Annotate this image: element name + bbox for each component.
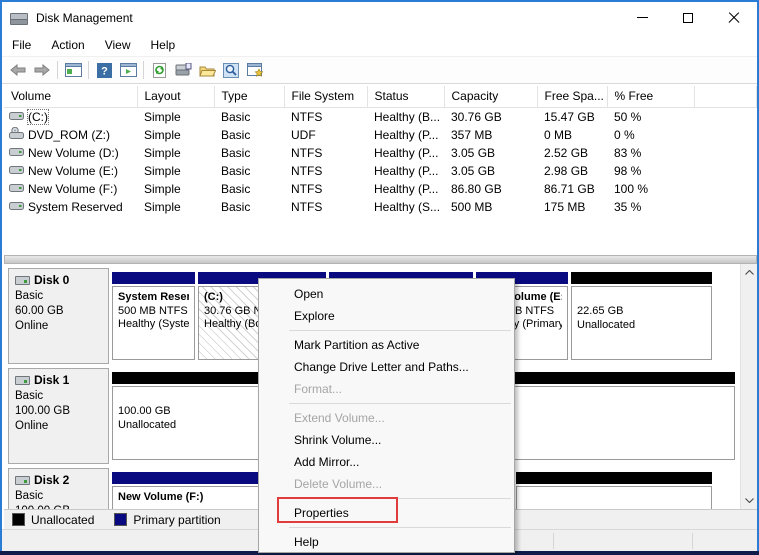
legend-label-primary: Primary partition [133, 513, 220, 527]
search-icon[interactable] [219, 59, 243, 81]
drive-icon [9, 200, 24, 214]
volume-list-pane: Volume Layout Type File System Status Ca… [4, 86, 757, 255]
toolbar: ? [2, 57, 757, 84]
col-layout[interactable]: Layout [137, 86, 214, 107]
refresh-icon[interactable] [147, 59, 171, 81]
table-row[interactable]: System Reserved SimpleBasic NTFSHealthy … [4, 198, 757, 216]
open-folder-icon[interactable] [195, 59, 219, 81]
legend-label-unallocated: Unallocated [31, 513, 94, 527]
menu-help[interactable]: Help [141, 34, 186, 56]
menu-item-format: Format... [259, 378, 514, 400]
menu-item-explore[interactable]: Explore [259, 305, 514, 327]
menu-bar: File Action View Help [2, 33, 757, 57]
disk-name: Disk 0 [34, 273, 69, 287]
show-console-tree-icon[interactable] [61, 59, 85, 81]
disk0-label-panel[interactable]: Disk 0 Basic 60.00 GB Online [8, 268, 109, 364]
menu-separator [259, 400, 514, 407]
disk-name: Disk 1 [34, 373, 69, 387]
menu-separator [259, 327, 514, 334]
svg-text:?: ? [101, 65, 108, 77]
drive-icon [9, 110, 24, 124]
scroll-down-icon[interactable] [741, 492, 757, 509]
menu-item-delete-volume: Delete Volume... [259, 473, 514, 495]
disk-name: Disk 2 [34, 473, 69, 487]
table-row[interactable]: DVD_ROM (Z:) SimpleBasic UDFHealthy (P..… [4, 126, 757, 144]
menu-item-help[interactable]: Help [259, 531, 514, 553]
drive-icon [9, 164, 24, 178]
menu-view[interactable]: View [95, 34, 141, 56]
minimize-button[interactable] [619, 2, 665, 33]
menu-item-mark-partition-active[interactable]: Mark Partition as Active [259, 334, 514, 356]
close-icon [728, 12, 740, 24]
menu-action[interactable]: Action [41, 34, 94, 56]
minimize-icon [637, 17, 648, 18]
app-icon [10, 11, 28, 25]
show-action-pane-icon[interactable] [116, 59, 140, 81]
maximize-icon [683, 13, 693, 23]
menu-item-shrink-volume[interactable]: Shrink Volume... [259, 429, 514, 451]
scroll-up-icon[interactable] [741, 264, 757, 281]
menu-item-extend-volume: Extend Volume... [259, 407, 514, 429]
disk1-label-panel[interactable]: Disk 1 Basic 100.00 GB Online [8, 368, 109, 464]
menu-file[interactable]: File [2, 34, 41, 56]
legend-swatch-unallocated [12, 513, 25, 526]
menu-separator [259, 524, 514, 531]
disk-icon [15, 376, 30, 385]
col-pct-free[interactable]: % Free [607, 86, 694, 107]
col-file-system[interactable]: File System [284, 86, 367, 107]
forward-icon[interactable] [30, 59, 54, 81]
help-icon[interactable]: ? [92, 59, 116, 81]
col-type[interactable]: Type [214, 86, 284, 107]
col-volume[interactable]: Volume [4, 86, 137, 107]
col-status[interactable]: Status [367, 86, 444, 107]
close-button[interactable] [711, 2, 757, 33]
maximize-button[interactable] [665, 2, 711, 33]
optical-drive-icon [9, 127, 24, 142]
menu-item-add-mirror[interactable]: Add Mirror... [259, 451, 514, 473]
vertical-scrollbar[interactable] [740, 264, 757, 509]
menu-item-open[interactable]: Open [259, 283, 514, 305]
table-header-row: Volume Layout Type File System Status Ca… [4, 86, 757, 107]
col-free-space[interactable]: Free Spa... [537, 86, 607, 107]
partition-block-system-reserved[interactable]: System Reserved 500 MB NTFS Healthy (Sys… [112, 272, 195, 364]
unallocated-block-disk0[interactable]: 22.65 GB Unallocated [571, 272, 712, 364]
title-bar: Disk Management [2, 2, 757, 33]
table-row[interactable]: New Volume (F:) SimpleBasic NTFSHealthy … [4, 180, 757, 198]
window-title: Disk Management [36, 11, 133, 25]
table-row[interactable]: New Volume (D:) SimpleBasic NTFSHealthy … [4, 144, 757, 162]
snap-in-settings-icon[interactable] [243, 59, 267, 81]
menu-item-change-drive-letter[interactable]: Change Drive Letter and Paths... [259, 356, 514, 378]
disk-properties-icon[interactable] [171, 59, 195, 81]
disk-icon [15, 276, 30, 285]
back-icon[interactable] [6, 59, 30, 81]
drive-icon [9, 146, 24, 160]
col-capacity[interactable]: Capacity [444, 86, 537, 107]
disk-icon [15, 476, 30, 485]
volume-table: Volume Layout Type File System Status Ca… [4, 86, 757, 216]
legend-swatch-primary [114, 513, 127, 526]
table-row[interactable]: New Volume (E:) SimpleBasic NTFSHealthy … [4, 162, 757, 180]
table-row[interactable]: (C:) SimpleBasic NTFSHealthy (B... 30.76… [4, 107, 757, 126]
drive-icon [9, 182, 24, 196]
pane-splitter[interactable] [4, 255, 757, 264]
annotation-highlight-properties [277, 497, 398, 523]
